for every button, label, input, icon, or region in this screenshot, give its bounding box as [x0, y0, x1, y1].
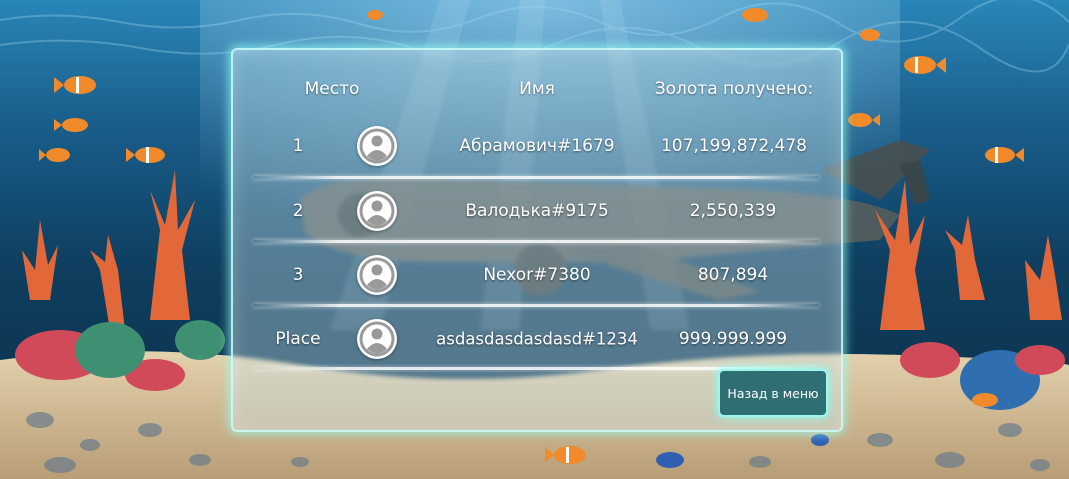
header-gold: Золота получено:: [654, 79, 814, 99]
row-place: 3: [292, 265, 304, 285]
back-to-menu-button[interactable]: Назад в меню: [718, 369, 828, 417]
header-place: Место: [304, 79, 360, 99]
row-divider: [253, 304, 819, 307]
user-avatar-icon: [357, 191, 397, 231]
row-player-name: Nexor#7380: [483, 265, 591, 285]
user-avatar-icon: [357, 319, 397, 359]
row-place: 1: [292, 136, 304, 156]
row-place: 2: [292, 201, 304, 221]
row-place: Place: [275, 329, 321, 349]
row-gold-amount: 807,894: [697, 265, 769, 285]
row-divider: [253, 176, 819, 179]
row-player-name: Валодька#9175: [465, 201, 609, 221]
row-gold-amount: 2,550,339: [689, 201, 777, 221]
row-gold-amount: 999.999.999: [678, 329, 788, 349]
row-player-name: Абрамович#1679: [459, 136, 615, 156]
row-divider: [253, 240, 819, 243]
user-avatar-icon: [357, 255, 397, 295]
row-gold-amount: 107,199,872,478: [660, 136, 808, 156]
user-avatar-icon: [357, 126, 397, 166]
row-player-name: asdasdasdasdasd#1234: [436, 329, 638, 349]
header-name: Имя: [519, 79, 555, 99]
